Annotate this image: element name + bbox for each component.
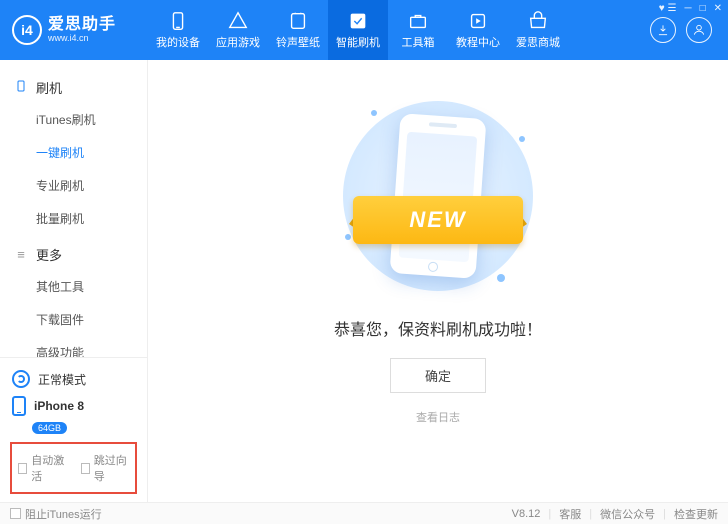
device-mode-label: 正常模式: [38, 371, 86, 388]
success-illustration: NEW: [323, 96, 553, 296]
checkbox-icon: [10, 508, 21, 519]
flash-icon: [347, 10, 369, 32]
maximize-icon[interactable]: □: [700, 3, 706, 14]
refresh-icon: [12, 370, 30, 388]
top-nav: 我的设备应用游戏铃声壁纸智能刷机工具箱教程中心爱思商城: [148, 0, 650, 60]
apps-icon: [227, 10, 249, 32]
sidebar-item-pro[interactable]: 专业刷机: [0, 169, 147, 202]
brand-title: 爱思助手: [48, 16, 116, 34]
ring-icon: [287, 10, 309, 32]
flash-options-highlight: 自动激活 跳过向导: [10, 442, 137, 494]
app-header: ♥ ☰ ─ □ ✕ i4 爱思助手 www.i4.cn 我的设备应用游戏铃声壁纸…: [0, 0, 728, 60]
brand: i4 爱思助手 www.i4.cn: [0, 15, 148, 45]
more-icon: ≡: [14, 247, 28, 262]
skip-guide-checkbox[interactable]: 跳过向导: [81, 452, 130, 484]
checkbox-icon: [18, 463, 27, 474]
main-content: NEW 恭喜您，保资料刷机成功啦！ 确定 查看日志: [148, 60, 728, 502]
brand-subtitle: www.i4.cn: [48, 34, 116, 44]
nav-flash[interactable]: 智能刷机: [328, 0, 388, 60]
devices-icon: [167, 10, 189, 32]
tools-icon: [407, 10, 429, 32]
store-icon: [527, 10, 549, 32]
download-button[interactable]: [650, 17, 676, 43]
sidebar-item-fw[interactable]: 下载固件: [0, 303, 147, 336]
sidebar-item-onekey[interactable]: 一键刷机: [0, 136, 147, 169]
device-capacity-badge: 64GB: [32, 422, 67, 434]
ok-button[interactable]: 确定: [390, 358, 486, 393]
block-itunes-checkbox[interactable]: 阻止iTunes运行: [10, 506, 102, 522]
sidebar-item-itunes[interactable]: iTunes刷机: [0, 103, 147, 136]
nav-apps[interactable]: 应用游戏: [208, 0, 268, 60]
footer-link-support[interactable]: 客服: [559, 506, 581, 522]
nav-tools[interactable]: 工具箱: [388, 0, 448, 60]
sidebar-group-刷机: 刷机: [0, 68, 147, 103]
auto-activate-checkbox[interactable]: 自动激活: [18, 452, 67, 484]
auto-activate-label: 自动激活: [31, 452, 66, 484]
sidebar-item-batch[interactable]: 批量刷机: [0, 202, 147, 235]
window-controls: ♥ ☰ ─ □ ✕: [659, 3, 722, 14]
sidebar-item-adv[interactable]: 高级功能: [0, 336, 147, 357]
tutorial-icon: [467, 10, 489, 32]
nav-ring[interactable]: 铃声壁纸: [268, 0, 328, 60]
version-label: V8.12: [512, 508, 541, 520]
block-itunes-label: 阻止iTunes运行: [25, 506, 102, 522]
footer-link-update[interactable]: 检查更新: [674, 506, 718, 522]
checkbox-icon: [81, 463, 90, 474]
phone-icon: [12, 396, 26, 416]
view-log-link[interactable]: 查看日志: [416, 409, 460, 425]
phone-outline-icon: [14, 78, 28, 97]
status-bar: 阻止iTunes运行 V8.12 | 客服 | 微信公众号 | 检查更新: [0, 502, 728, 524]
device-name: iPhone 8: [34, 399, 84, 413]
minimize-icon[interactable]: ─: [684, 3, 691, 14]
sidebar-item-other[interactable]: 其他工具: [0, 270, 147, 303]
settings-icon[interactable]: ♥ ☰: [659, 3, 677, 14]
sidebar-group-更多: ≡更多: [0, 235, 147, 270]
nav-devices[interactable]: 我的设备: [148, 0, 208, 60]
skip-guide-label: 跳过向导: [94, 452, 129, 484]
success-message: 恭喜您，保资料刷机成功啦！: [334, 316, 542, 340]
close-icon[interactable]: ✕: [714, 3, 722, 14]
nav-tutorial[interactable]: 教程中心: [448, 0, 508, 60]
account-button[interactable]: [686, 17, 712, 43]
footer-link-wechat[interactable]: 微信公众号: [600, 506, 655, 522]
sidebar: 刷机iTunes刷机一键刷机专业刷机批量刷机≡更多其他工具下载固件高级功能 正常…: [0, 60, 148, 502]
nav-store[interactable]: 爱思商城: [508, 0, 568, 60]
new-ribbon-icon: NEW: [353, 196, 523, 244]
device-mode[interactable]: 正常模式: [10, 366, 137, 392]
device-row[interactable]: iPhone 8: [10, 392, 137, 420]
brand-logo-icon: i4: [12, 15, 42, 45]
